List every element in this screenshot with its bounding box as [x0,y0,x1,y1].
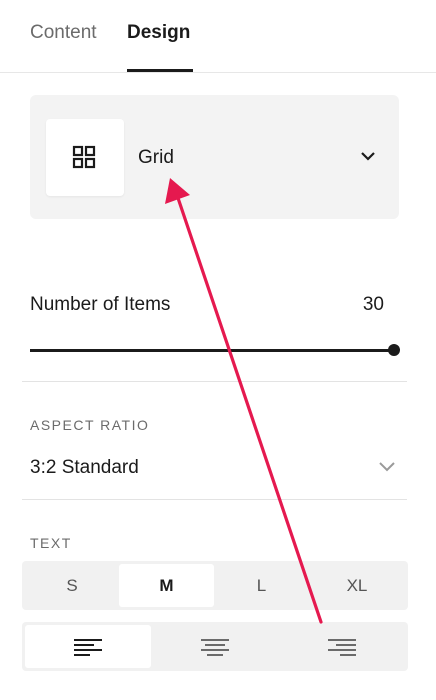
tab-design[interactable]: Design [127,22,190,44]
text-section-label: TEXT [30,535,72,551]
divider [22,381,407,382]
text-size-segmented-control: S M L XL [22,561,408,610]
layout-selector[interactable]: Grid [30,95,399,219]
text-size-s[interactable]: S [25,564,119,607]
text-size-xl[interactable]: XL [309,564,405,607]
align-left-icon [74,638,102,656]
grid-icon [72,145,96,169]
align-center-button[interactable] [151,625,278,668]
chevron-down-icon[interactable] [360,150,376,162]
items-slider-handle[interactable] [388,344,400,356]
align-right-button[interactable] [278,625,405,668]
align-right-icon [327,638,356,656]
chevron-down-icon[interactable] [378,460,396,472]
align-left-button[interactable] [25,625,151,668]
number-of-items-label: Number of Items [30,294,171,315]
items-slider-track[interactable] [30,349,394,352]
tab-bar: Content Design [0,0,436,73]
text-size-m[interactable]: M [119,564,214,607]
text-size-l[interactable]: L [214,564,309,607]
active-tab-indicator [127,69,193,72]
layout-thumbnail [46,119,124,196]
text-alignment-segmented-control [22,622,408,671]
layout-name: Grid [138,147,174,168]
number-of-items-value: 30 [362,294,384,315]
aspect-ratio-label: ASPECT RATIO [30,417,150,433]
aspect-ratio-select[interactable]: 3:2 Standard [30,457,139,479]
tab-content[interactable]: Content [30,22,97,44]
divider [22,499,407,500]
align-center-icon [200,638,229,656]
